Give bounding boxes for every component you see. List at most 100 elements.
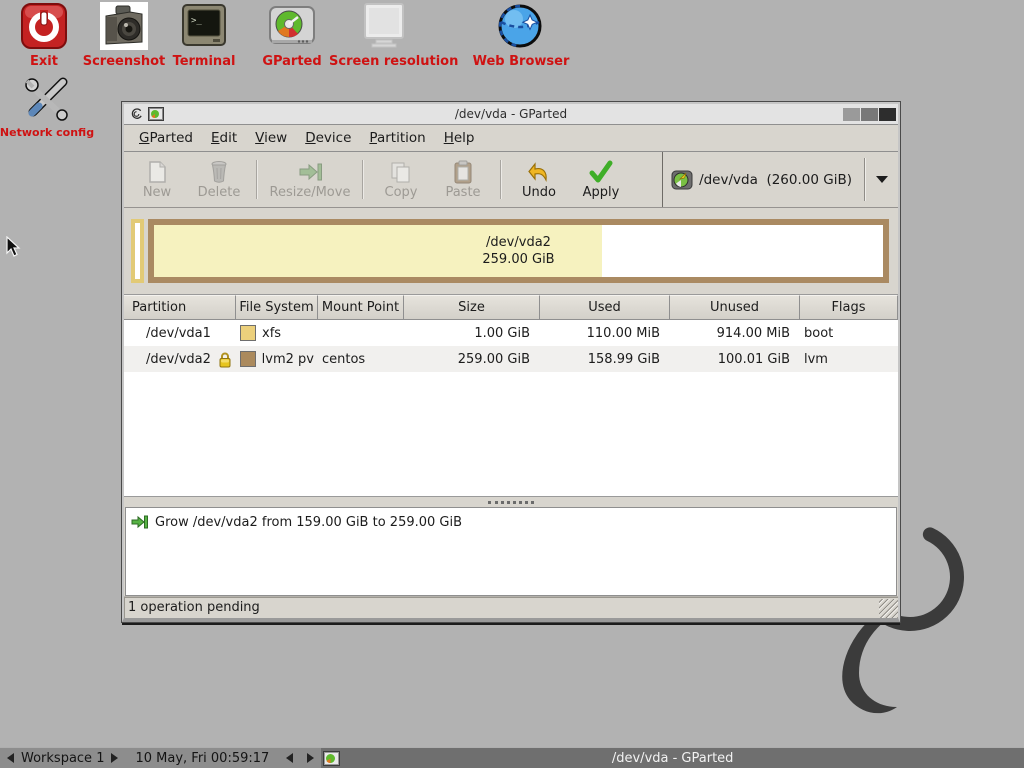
toolbar: New Delete Resize/Move (124, 152, 898, 208)
disk-visual-area: /dev/vda2 259.00 GiB (124, 208, 898, 294)
mouse-cursor (6, 236, 21, 258)
desktop-icon-network-config[interactable]: Network config (0, 74, 102, 139)
window-title: /dev/vda - GParted (124, 107, 898, 121)
disk-visual-label: /dev/vda2 259.00 GiB (154, 225, 883, 277)
cell-used: 158.99 GiB (540, 346, 670, 372)
workspace-next-icon[interactable] (111, 753, 118, 763)
gparted-window: /dev/vda - GParted GParted Edit View Dev… (122, 102, 900, 622)
menu-help[interactable]: Help (435, 127, 484, 149)
operation-text: Grow /dev/vda2 from 159.00 GiB to 259.00… (155, 515, 462, 530)
cell-mountpoint: centos (318, 346, 404, 372)
cell-filesystem: xfs (236, 320, 318, 346)
cell-partition: /dev/vda2 (124, 346, 236, 372)
statusbar-text: 1 operation pending (124, 600, 260, 615)
menu-device[interactable]: Device (296, 127, 360, 149)
disk-visual-vda2[interactable]: /dev/vda2 259.00 GiB (148, 219, 889, 283)
column-header-flags[interactable]: Flags (800, 295, 898, 320)
undo-icon (527, 159, 551, 185)
window-resize-grip[interactable] (879, 599, 898, 618)
pane-splitter[interactable] (124, 496, 898, 507)
globe-icon (497, 2, 545, 50)
apply-check-icon (588, 159, 614, 185)
copy-button[interactable]: Copy (370, 155, 432, 204)
clock: 10 May, Fri 00:59:17 (135, 751, 269, 766)
disk-visual-vda1[interactable] (131, 219, 144, 283)
partition-table-header: Partition File System Mount Point Size U… (124, 294, 898, 320)
new-partition-icon (146, 159, 168, 185)
operation-item[interactable]: Grow /dev/vda2 from 159.00 GiB to 259.00… (126, 508, 896, 530)
statusbar: 1 operation pending (124, 596, 898, 618)
table-row-vda2[interactable]: /dev/vda2 lvm2 pv centos 259.00 GiB (124, 346, 898, 372)
pending-operations-pane: Grow /dev/vda2 from 159.00 GiB to 259.00… (125, 507, 897, 596)
device-selector[interactable]: /dev/vda (260.00 GiB) (662, 152, 898, 207)
desktop-icon-screen-resolution[interactable]: Screen resolution (329, 2, 439, 69)
task-title: /dev/vda - GParted (321, 751, 1024, 766)
column-header-size[interactable]: Size (404, 295, 540, 320)
resize-move-button[interactable]: Resize/Move (264, 155, 356, 204)
disk-visual-partition-name: /dev/vda2 (486, 234, 551, 251)
splitter-grip-icon (488, 501, 534, 504)
cell-partition: /dev/vda1 (124, 320, 236, 346)
desktop-icon-web-browser[interactable]: Web Browser (466, 2, 576, 69)
toolbar-separator (256, 160, 258, 199)
copy-icon (389, 159, 413, 185)
apply-button[interactable]: Apply (570, 155, 632, 204)
undo-button[interactable]: Undo (508, 155, 570, 204)
desktop: Exit Screenshot >_ Term (0, 0, 1024, 768)
menubar: GParted Edit View Device Partition Help (124, 125, 898, 152)
device-selector-divider (864, 158, 866, 201)
minimize-button[interactable] (843, 108, 860, 121)
filesystem-color-swatch (240, 351, 256, 367)
new-button[interactable]: New (126, 155, 188, 204)
tasklist-prev-icon[interactable] (286, 753, 293, 763)
svg-text:>_: >_ (191, 16, 202, 26)
column-header-unused[interactable]: Unused (670, 295, 800, 320)
titlebar[interactable]: /dev/vda - GParted (124, 104, 898, 125)
workspace-label[interactable]: Workspace 1 (21, 751, 104, 766)
workspace-prev-icon[interactable] (7, 753, 14, 763)
menu-view[interactable]: View (246, 127, 296, 149)
desktop-icon-label: Web Browser (466, 54, 576, 69)
column-header-filesystem[interactable]: File System (236, 295, 318, 320)
menu-partition[interactable]: Partition (360, 127, 434, 149)
menu-gparted[interactable]: GParted (130, 127, 202, 149)
filesystem-color-swatch (240, 325, 256, 341)
column-header-mountpoint[interactable]: Mount Point (318, 295, 404, 320)
lock-icon (218, 351, 232, 368)
maximize-button[interactable] (861, 108, 878, 121)
task-app-icon (323, 751, 340, 766)
grow-operation-icon (131, 514, 148, 530)
toolbar-separator (362, 160, 364, 199)
task-button-gparted[interactable]: /dev/vda - GParted (321, 748, 1024, 768)
paste-icon (453, 159, 473, 185)
close-button[interactable] (879, 108, 896, 121)
desktop-icon-label: Network config (0, 126, 102, 139)
cell-size: 1.00 GiB (404, 320, 540, 346)
resize-move-icon (297, 159, 323, 185)
desktop-icon-label: Screen resolution (329, 54, 439, 69)
column-header-used[interactable]: Used (540, 295, 670, 320)
taskbar: Workspace 1 10 May, Fri 00:59:17 /dev/vd… (0, 747, 1024, 768)
paste-button[interactable]: Paste (432, 155, 494, 204)
cell-used: 110.00 MiB (540, 320, 670, 346)
delete-button[interactable]: Delete (188, 155, 250, 204)
monitor-icon (360, 2, 408, 50)
cell-filesystem: lvm2 pv (236, 346, 318, 372)
tools-icon (23, 74, 71, 122)
trash-icon (209, 159, 229, 185)
cell-unused: 914.00 MiB (670, 320, 800, 346)
table-row-vda1[interactable]: /dev/vda1 xfs 1.00 GiB 110.00 MiB 914.00… (124, 320, 898, 346)
chevron-down-icon (876, 176, 888, 183)
device-selector-value: /dev/vda (260.00 GiB) (699, 172, 852, 188)
cell-flags: lvm (800, 346, 898, 372)
tasklist-next-icon[interactable] (307, 753, 314, 763)
column-header-partition[interactable]: Partition (124, 295, 236, 320)
cell-unused: 100.01 GiB (670, 346, 800, 372)
device-disk-icon (671, 169, 693, 191)
cell-size: 259.00 GiB (404, 346, 540, 372)
menu-edit[interactable]: Edit (202, 127, 246, 149)
disk-gauge-icon (268, 2, 316, 50)
toolbar-separator (500, 160, 502, 199)
disk-visual-partition-size: 259.00 GiB (482, 251, 554, 268)
cell-mountpoint (318, 320, 404, 346)
